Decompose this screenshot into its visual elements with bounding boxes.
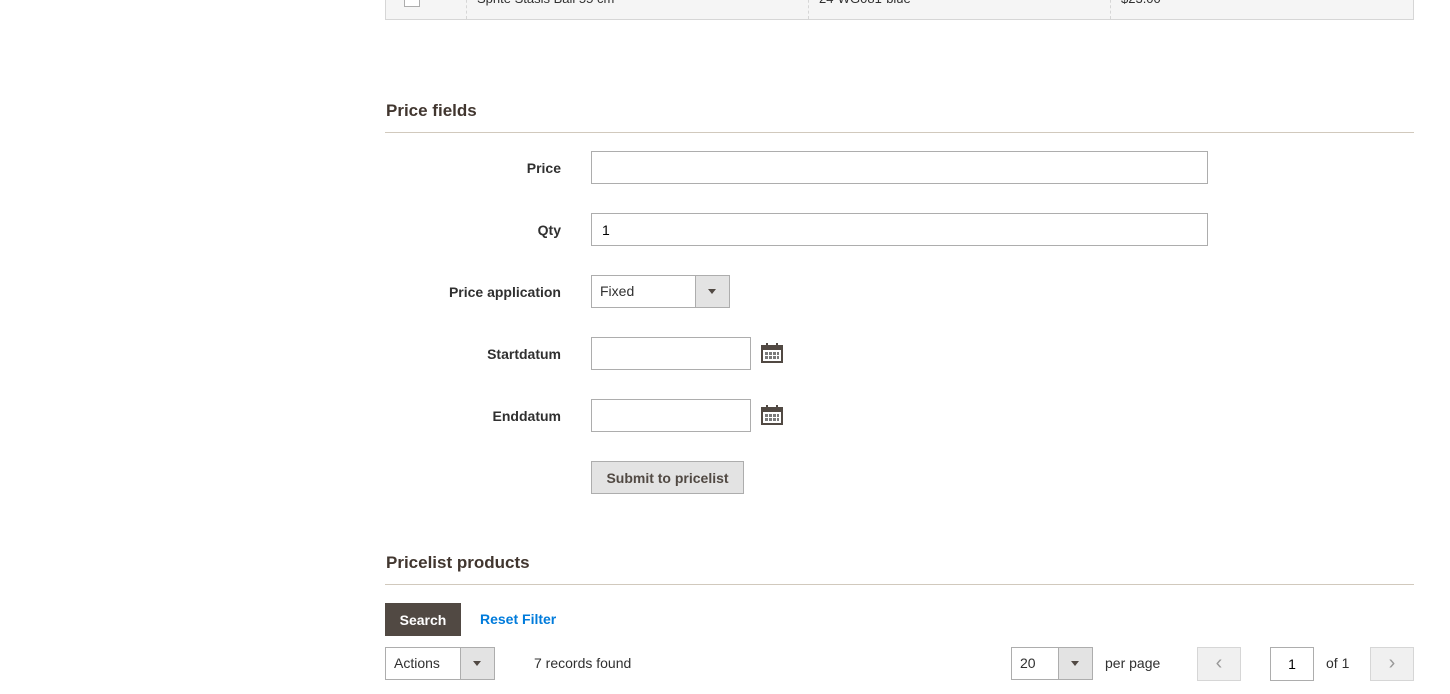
- price-label: Price: [526, 160, 561, 176]
- per-page-label: per page: [1105, 655, 1161, 671]
- page-input[interactable]: [1270, 647, 1314, 681]
- pricelist-products-title: Pricelist products: [386, 553, 530, 572]
- calendar-icon[interactable]: [761, 405, 783, 425]
- selected-value: 20: [1020, 655, 1036, 671]
- price-fields-title: Price fields: [386, 101, 477, 120]
- product-sku: 24-WG081-blue: [808, 0, 1109, 19]
- per-page-select[interactable]: 20: [1011, 647, 1093, 680]
- qty-input[interactable]: [591, 213, 1208, 246]
- reset-filter-link[interactable]: Reset Filter: [480, 611, 556, 627]
- records-count: 7 records found: [534, 655, 632, 671]
- product-grid-row: Sprite Stasis Ball 55 cm 24-WG081-blue $…: [385, 0, 1414, 20]
- row-checkbox[interactable]: [404, 0, 420, 7]
- actions-select[interactable]: Actions: [385, 647, 495, 680]
- search-button[interactable]: Search: [385, 603, 461, 636]
- submit-to-pricelist-button[interactable]: Submit to pricelist: [591, 461, 744, 494]
- price-application-label: Price application: [448, 284, 561, 300]
- chevron-right-icon: ›: [1388, 652, 1396, 674]
- price-application-select[interactable]: Fixed: [591, 275, 730, 308]
- divider: [385, 584, 1414, 585]
- next-page-button[interactable]: ›: [1370, 647, 1414, 681]
- price-input[interactable]: [591, 151, 1208, 184]
- chevron-down-icon: [1058, 648, 1092, 679]
- divider: [385, 132, 1414, 133]
- chevron-down-icon: [460, 648, 494, 679]
- end-date-label: Enddatum: [492, 408, 561, 424]
- start-date-input[interactable]: [591, 337, 751, 370]
- calendar-icon[interactable]: [761, 343, 783, 363]
- end-date-input[interactable]: [591, 399, 751, 432]
- selected-value: Fixed: [600, 283, 635, 299]
- chevron-down-icon: [695, 276, 729, 307]
- start-date-label: Startdatum: [487, 346, 561, 362]
- selected-value: Actions: [394, 655, 440, 671]
- product-price: $23.00: [1110, 0, 1411, 19]
- product-name: Sprite Stasis Ball 55 cm: [466, 0, 807, 19]
- qty-label: Qty: [537, 222, 561, 238]
- previous-page-button[interactable]: ‹: [1197, 647, 1241, 681]
- chevron-left-icon: ‹: [1215, 652, 1223, 674]
- total-pages: of 1: [1326, 655, 1350, 671]
